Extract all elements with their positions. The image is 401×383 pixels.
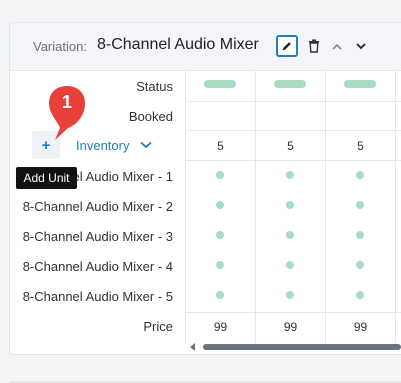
grid-line [185,71,186,343]
edit-button[interactable] [276,35,298,57]
variation-name: 8-Channel Audio Mixer [97,36,259,53]
variation-label: Variation: [33,39,87,54]
unit-dot [356,231,364,239]
unit-dot [216,231,224,239]
annotation-badge-number: 1 [62,92,72,112]
price-cell: 99 [213,320,228,334]
unit-dot [216,171,224,179]
delete-button[interactable] [306,37,322,55]
inventory-cell: 5 [287,139,294,153]
inventory-cell: 5 [217,139,224,153]
move-up-button[interactable] [330,39,344,53]
pencil-icon [282,42,291,51]
unit-dot [356,171,364,179]
grid-line [185,160,401,161]
unit-dot [216,201,224,209]
unit-dot [286,171,294,179]
grid-line [395,71,396,343]
price-cell: 99 [353,320,368,334]
unit-label: 8-Channel Audio Mixer - 2 [22,199,173,214]
scroll-left-arrow[interactable] [190,343,195,351]
chevron-down-icon[interactable] [140,141,152,149]
status-indicator [274,80,306,88]
chevron-down-icon [356,42,366,49]
unit-dot [216,291,224,299]
grid-line [255,71,256,343]
annotation-badge: 1 [49,86,85,140]
price-cell: 99 [283,320,298,334]
unit-label: 8-Channel Audio Mixer - 5 [22,289,173,304]
grid-line [185,312,401,313]
unit-dot [286,261,294,269]
unit-label: 8-Channel Audio Mixer - 4 [22,259,173,274]
trash-icon [309,39,319,53]
price-label: Price [143,319,173,334]
unit-dot [286,291,294,299]
chevron-up-icon [332,43,342,50]
unit-dot [286,201,294,209]
grid-line [185,101,401,102]
horizontal-scrollbar[interactable] [203,344,401,350]
unit-dot [216,261,224,269]
status-indicator [344,80,376,88]
unit-dot [356,291,364,299]
grid-line [185,130,401,131]
add-unit-tooltip: Add Unit [16,167,77,189]
unit-label: 8-Channel Audio Mixer - 3 [22,229,173,244]
variation-header: Variation: 8-Channel Audio Mixer [10,23,401,71]
unit-dot [286,231,294,239]
status-indicator [204,80,236,88]
move-down-button[interactable] [354,39,368,53]
unit-dot [356,261,364,269]
booked-label: Booked [128,109,173,124]
status-label: Status [136,79,173,94]
grid-line [325,71,326,343]
unit-dot [356,201,364,209]
inventory-cell: 5 [357,139,364,153]
